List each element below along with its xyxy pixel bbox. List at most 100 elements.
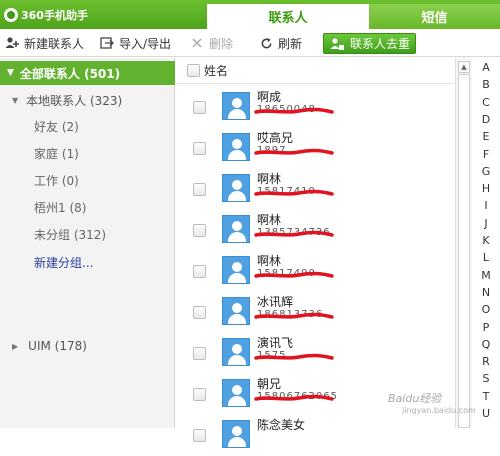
- contact-row[interactable]: 哎高兄 1897: [176, 128, 454, 169]
- contact-avatar-icon: [222, 256, 250, 284]
- contact-row[interactable]: 演讯飞 1575: [176, 333, 454, 374]
- sidebar: ▼ 全部联系人 (501) ▼ 本地联系人 (323) 好友 (2) 家庭 (1…: [0, 58, 175, 428]
- contact-checkbox[interactable]: [193, 224, 206, 237]
- dedup-contacts-button[interactable]: 联系人去重: [323, 33, 416, 54]
- alphabet-letter[interactable]: B: [472, 78, 500, 91]
- import-export-button[interactable]: 导入/导出: [100, 34, 171, 52]
- add-user-icon: [5, 36, 19, 50]
- new-contact-button[interactable]: 新建联系人: [5, 34, 84, 52]
- contact-name: 朝兄: [257, 377, 282, 391]
- contact-avatar-icon: [222, 92, 250, 120]
- contact-checkbox[interactable]: [193, 429, 206, 442]
- contact-name: 啊林: [257, 172, 282, 186]
- import-export-icon: [100, 36, 114, 50]
- alphabet-letter[interactable]: Q: [472, 338, 500, 351]
- alphabet-letter[interactable]: O: [472, 303, 500, 316]
- alphabet-letter[interactable]: P: [472, 321, 500, 334]
- sidebar-item-group[interactable]: 梧州1 (8): [34, 198, 86, 216]
- sidebar-item-group[interactable]: 工作 (0): [34, 171, 79, 189]
- dedup-user-icon: [330, 37, 344, 51]
- delete-button[interactable]: 删除: [190, 34, 233, 52]
- alphabet-letter[interactable]: G: [472, 165, 500, 178]
- contact-row[interactable]: 啊成 18650048: [176, 87, 454, 128]
- all-contacts-label: 全部联系人 (501): [19, 66, 121, 81]
- collapse-arrow-icon: ▶: [12, 341, 19, 351]
- contact-avatar-icon: [222, 174, 250, 202]
- contact-checkbox[interactable]: [193, 347, 206, 360]
- contact-checkbox[interactable]: [193, 306, 206, 319]
- alphabet-letter[interactable]: F: [472, 148, 500, 161]
- contact-checkbox[interactable]: [193, 142, 206, 155]
- contact-name: 啊林: [257, 254, 282, 268]
- contact-row[interactable]: 陈念美女: [176, 415, 454, 456]
- list-scrollbar[interactable]: ▲: [455, 58, 472, 428]
- title-bar: 360手机助手 联系人 短信: [0, 0, 500, 29]
- watermark: Baidu经验: [388, 392, 442, 405]
- redaction-scribble: [254, 271, 334, 278]
- contact-checkbox[interactable]: [193, 388, 206, 401]
- dedup-contacts-label: 联系人去重: [350, 37, 411, 51]
- contact-checkbox[interactable]: [193, 101, 206, 114]
- contact-name: 啊林: [257, 213, 282, 227]
- local-contacts-label: 本地联系人 (323): [26, 93, 123, 108]
- alphabet-letter[interactable]: N: [472, 286, 500, 299]
- tab-sms[interactable]: 短信: [369, 4, 500, 29]
- redaction-scribble: [254, 107, 334, 114]
- refresh-icon: [259, 36, 273, 50]
- redaction-scribble: [254, 353, 334, 360]
- alphabet-letter[interactable]: L: [472, 251, 500, 264]
- contact-checkbox[interactable]: [193, 183, 206, 196]
- alphabet-index: ABCDEFGHIJKLMNOPQRSTU: [472, 58, 500, 428]
- new-group-link[interactable]: 新建分组...: [34, 253, 93, 271]
- alphabet-letter[interactable]: K: [472, 234, 500, 247]
- alphabet-letter[interactable]: M: [472, 269, 500, 282]
- redaction-scribble: [254, 394, 334, 401]
- tab-contacts[interactable]: 联系人: [207, 4, 369, 29]
- import-export-label: 导入/导出: [119, 36, 172, 51]
- refresh-button[interactable]: 刷新: [259, 34, 302, 52]
- app-brand: 360手机助手: [4, 7, 88, 23]
- contact-avatar-icon: [222, 215, 250, 243]
- contact-name: 陈念美女: [257, 418, 306, 432]
- contact-row[interactable]: 啊林 15817490: [176, 251, 454, 292]
- contact-checkbox[interactable]: [193, 265, 206, 278]
- contact-row[interactable]: 啊林 1385734736: [176, 210, 454, 251]
- alphabet-letter[interactable]: S: [472, 372, 500, 385]
- app-title: 360手机助手: [21, 9, 88, 22]
- contact-avatar-icon: [222, 133, 250, 161]
- alphabet-letter[interactable]: C: [472, 96, 500, 109]
- sidebar-item-group[interactable]: 好友 (2): [34, 117, 79, 135]
- contact-name: 哎高兄: [257, 131, 294, 145]
- alphabet-letter[interactable]: I: [472, 199, 500, 212]
- alphabet-letter[interactable]: D: [472, 113, 500, 126]
- contact-row[interactable]: 冰讯辉 186813736: [176, 292, 454, 333]
- app-logo-icon: [4, 8, 18, 22]
- contact-name: 冰讯辉: [257, 295, 294, 309]
- redaction-scribble: [254, 230, 334, 237]
- toolbar: 新建联系人 导入/导出 删除 刷新 联系人去重: [0, 29, 500, 57]
- contact-avatar-icon: [222, 297, 250, 325]
- alphabet-letter[interactable]: U: [472, 407, 500, 420]
- alphabet-letter[interactable]: H: [472, 182, 500, 195]
- select-all-checkbox[interactable]: [187, 64, 200, 77]
- alphabet-letter[interactable]: A: [472, 61, 500, 74]
- watermark-url: jingyan.baidu.com: [402, 406, 476, 415]
- sidebar-item-uim[interactable]: ▶ UIM (178): [0, 336, 87, 356]
- tab-contacts-label: 联系人: [268, 11, 308, 26]
- scroll-thumb[interactable]: [458, 74, 470, 428]
- delete-label: 删除: [209, 36, 234, 51]
- alphabet-letter[interactable]: J: [472, 217, 500, 230]
- redaction-scribble: [254, 312, 334, 319]
- sidebar-item-local-contacts[interactable]: ▼ 本地联系人 (323): [0, 90, 122, 110]
- sidebar-item-all-contacts[interactable]: ▼ 全部联系人 (501): [0, 61, 175, 85]
- redaction-scribble: [254, 189, 334, 196]
- alphabet-letter[interactable]: E: [472, 130, 500, 143]
- scroll-up-arrow-icon[interactable]: ▲: [458, 61, 470, 73]
- contact-row[interactable]: 啊林 15817410: [176, 169, 454, 210]
- redaction-scribble: [254, 148, 334, 155]
- alphabet-letter[interactable]: R: [472, 355, 500, 368]
- alphabet-letter[interactable]: T: [472, 390, 500, 403]
- tab-sms-label: 短信: [421, 11, 448, 26]
- sidebar-item-group[interactable]: 未分组 (312): [34, 225, 106, 243]
- sidebar-item-group[interactable]: 家庭 (1): [34, 144, 79, 162]
